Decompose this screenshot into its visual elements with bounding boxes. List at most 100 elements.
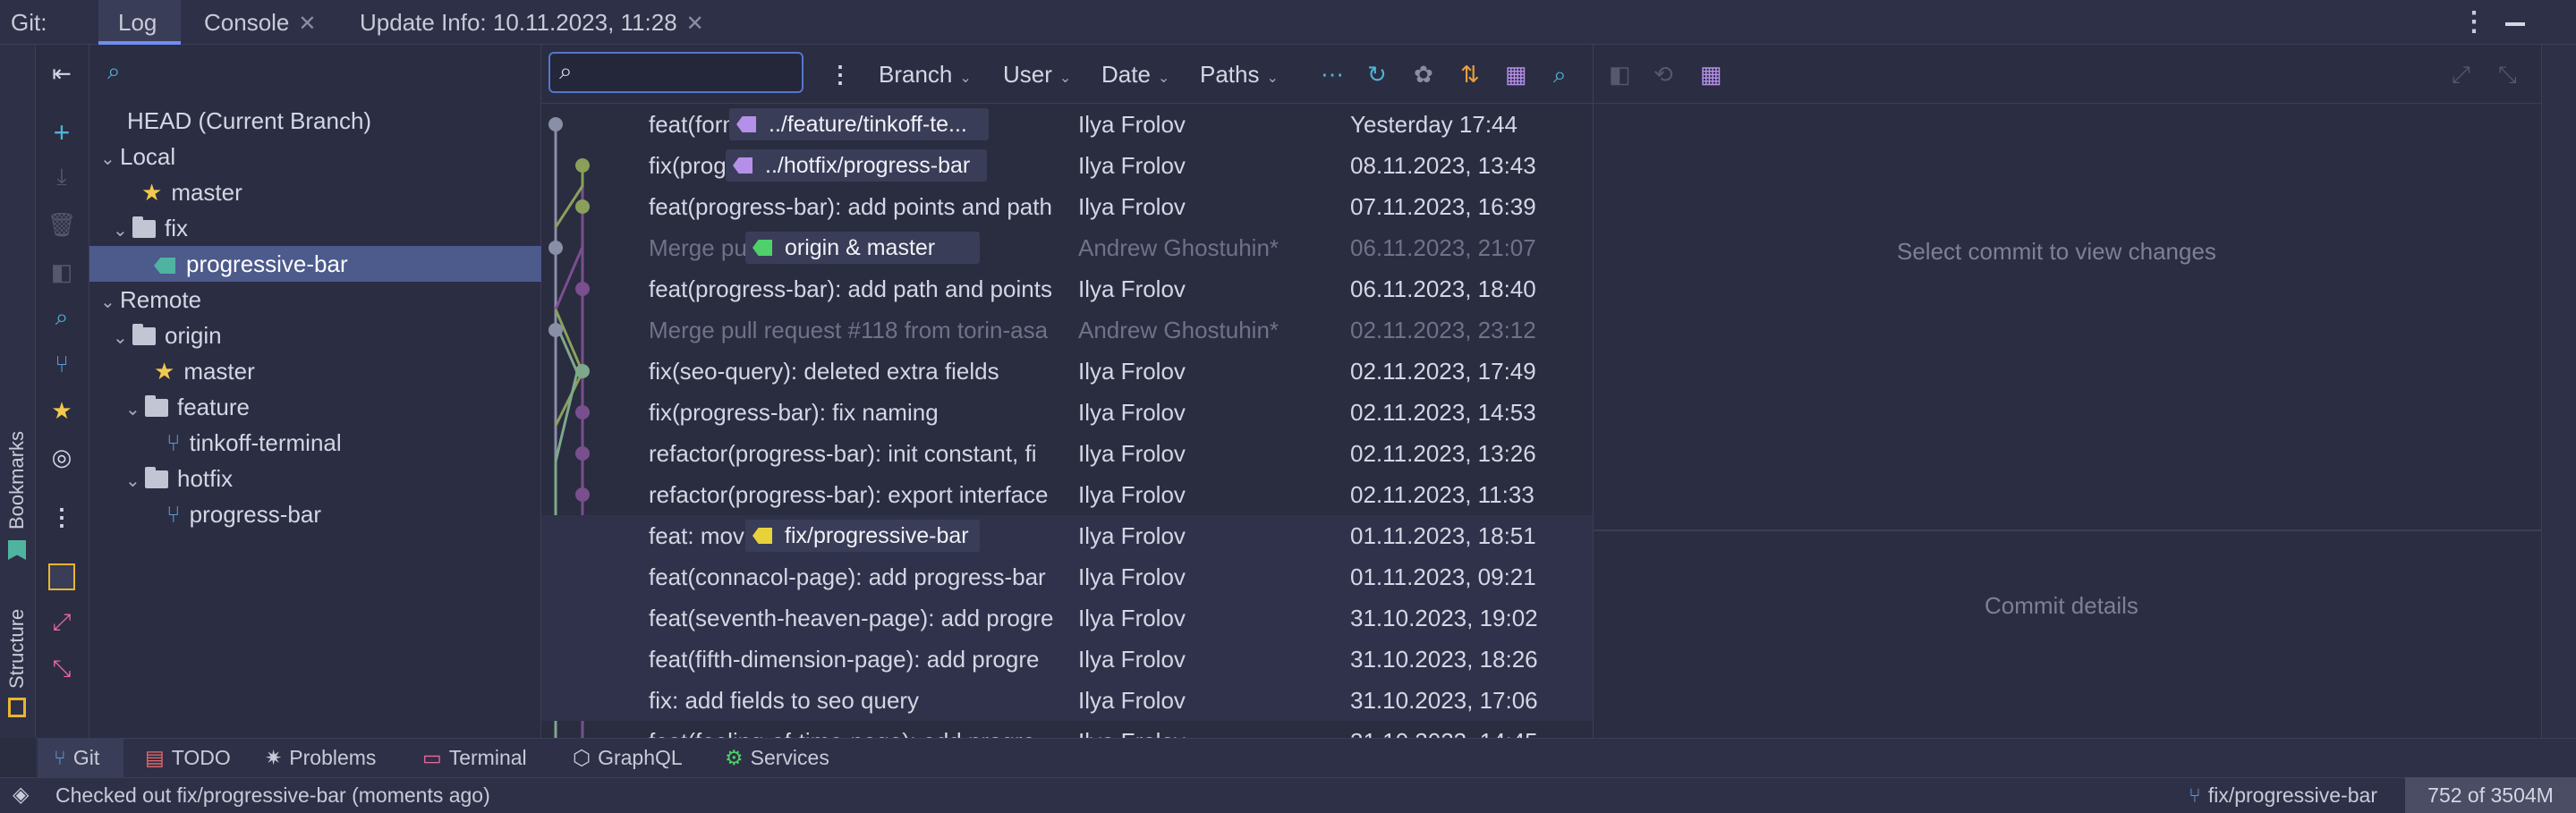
details-toolbar (1593, 45, 2541, 104)
memory-indicator[interactable]: 752 of 3504M (2405, 777, 2576, 813)
tab-todo[interactable]: ▤ TODO (145, 738, 231, 777)
more-actions-icon[interactable]: ⋮ (48, 504, 75, 530)
chevron-down-icon[interactable]: ⌄ (125, 463, 145, 499)
commit-message: fix: add fields to seo query (649, 687, 920, 714)
tree-feature[interactable]: ⌄ feature (125, 389, 250, 425)
sort-icon[interactable]: ⇅ (1460, 45, 1480, 104)
commit-row[interactable]: feat(progress-bar): add path and points I… (541, 268, 1593, 309)
tree-tinkoff-terminal[interactable]: ⑂ tinkoff-terminal (166, 425, 342, 461)
chevron-down-icon[interactable]: ⌄ (125, 392, 145, 428)
tree-progressive-bar[interactable]: progressive-bar (154, 246, 348, 282)
tree-local-master[interactable]: ★ master (141, 174, 242, 210)
tree-head[interactable]: HEAD (Current Branch) (127, 103, 371, 139)
group-by-icon[interactable] (48, 563, 75, 590)
minimize-icon[interactable] (2505, 0, 2525, 45)
commit-author: Ilya Frolov (1078, 358, 1186, 385)
commit-details-message: Commit details (1985, 592, 2138, 619)
layout-icon[interactable]: ▦ (1505, 45, 1527, 104)
commit-row[interactable]: feat: move progr fix/progressive-bar Ilya … (541, 515, 1593, 556)
details-divider[interactable] (1593, 529, 2541, 531)
git-tool-window: Git: Log Console ✕ Update Info: 10.11.202… (0, 0, 2576, 813)
paths-filter[interactable]: Paths ⌄ (1200, 45, 1279, 104)
collapse-panel-icon[interactable]: ⇤ (48, 60, 75, 87)
bookmarks-label[interactable]: Bookmarks (5, 431, 29, 529)
tree-remote[interactable]: ⌄ Remote (100, 282, 201, 318)
refresh-icon[interactable]: ↻ (1367, 45, 1387, 104)
more-filters-icon[interactable]: ⋯ (1321, 45, 1344, 104)
status-message[interactable]: Checked out fix/progressive-bar (moments… (55, 777, 490, 813)
select-commit-message: Select commit to view changes (1897, 238, 2216, 265)
commit-row[interactable]: feat(fifth-dimension-page): add progre Il… (541, 639, 1593, 680)
tab-services[interactable]: ⚙ Services (725, 738, 829, 777)
layers-icon[interactable]: ◈ (13, 777, 29, 813)
tab-console[interactable]: Console ✕ (204, 0, 317, 45)
gear-icon: ⚙ (725, 746, 744, 769)
commit-row[interactable]: feat(connacol-page): add progress-bar Ily… (541, 556, 1593, 597)
commit-ref-tag: ../feature/tinkoff-te... (729, 108, 989, 140)
tab-terminal[interactable]: ▭ Terminal (422, 738, 527, 777)
branch-filter-label: Branch (879, 61, 953, 88)
commit-row[interactable]: feat(progress-bar): add points and path I… (541, 186, 1593, 227)
search-icon[interactable]: ⌕ (48, 303, 75, 331)
tab-problems[interactable]: ✷ Problems (265, 738, 376, 777)
commit-row[interactable]: refactor(progress-bar): export interface… (541, 474, 1593, 515)
status-branch[interactable]: ⑂ fix/progressive-bar (2189, 777, 2377, 813)
tab-log[interactable]: Log (118, 0, 157, 45)
chevron-down-icon[interactable]: ⌄ (113, 320, 132, 356)
add-icon[interactable]: + (48, 116, 75, 148)
commit-ref-tag: origin & master (745, 232, 980, 264)
tree-feature-label: feature (177, 394, 250, 420)
search-options-icon[interactable]: ⋮ (829, 45, 852, 104)
chevron-down-icon[interactable]: ⌄ (100, 284, 120, 320)
structure-label[interactable]: Structure (5, 609, 29, 689)
commit-date: 06.11.2023, 21:07 (1350, 234, 1536, 261)
update-icon: ⤓ (56, 163, 67, 190)
layout-icon[interactable]: ▦ (1700, 61, 1722, 88)
chevron-down-icon[interactable]: ⌄ (113, 213, 132, 249)
tree-tinkoff-terminal-label: tinkoff-terminal (189, 429, 342, 456)
tab-update-info[interactable]: Update Info: 10.11.2023, 11:28 ✕ (360, 0, 704, 45)
tree-progress-bar-label: progress-bar (189, 501, 322, 528)
commit-row[interactable]: fix: add fields to seo query Ilya Frolov 3… (541, 680, 1593, 721)
tree-origin[interactable]: ⌄ origin (113, 318, 222, 353)
commit-date: 31.10.2023, 17:06 (1350, 687, 1538, 714)
status-branch-label: fix/progressive-bar (2207, 783, 2377, 807)
commit-row[interactable]: feat(feeling-of-time-page): add progreIl… (541, 721, 1593, 738)
tab-git[interactable]: ⑂ Git (54, 738, 99, 777)
commit-author: Ilya Frolov (1078, 275, 1186, 302)
tree-fix[interactable]: ⌄ fix (113, 210, 188, 246)
date-filter[interactable]: Date ⌄ (1101, 45, 1169, 104)
star-icon[interactable]: ★ (48, 397, 75, 424)
search-icon[interactable]: ⌕ (107, 57, 121, 86)
close-icon[interactable]: ✕ (298, 12, 316, 36)
branch-icon[interactable]: ⑂ (48, 351, 75, 377)
cherry-pick-icon[interactable]: ✿ (1414, 45, 1433, 104)
commit-row[interactable]: fix(progress-bar): fix naming Ilya Frolov… (541, 392, 1593, 433)
commit-row[interactable]: fix(progress-ba../hotfix/progress-barIly… (541, 145, 1593, 186)
commit-row[interactable]: fix(seo-query): deleted extra fields Ilya… (541, 351, 1593, 392)
commit-row[interactable]: Merge pull request #118 from torin-asa An… (541, 309, 1593, 351)
more-options-icon[interactable]: ⋮ (2461, 0, 2487, 45)
branch-filter[interactable]: Branch ⌄ (879, 45, 972, 104)
structure-icon[interactable] (8, 698, 26, 717)
chevron-down-icon: ⌄ (1058, 71, 1072, 86)
target-icon[interactable]: ◎ (48, 444, 75, 470)
tree-progress-bar[interactable]: ⑂ progress-bar (166, 496, 321, 532)
tree-local[interactable]: ⌄ Local (100, 139, 175, 174)
collapse-all-icon[interactable]: ⤡ (48, 655, 75, 682)
paths-filter-label: Paths (1200, 61, 1260, 88)
commit-row[interactable]: feat(form): add ../feature/tinkoff-te... I… (541, 104, 1593, 145)
commit-ref-tag: fix/progressive-bar (745, 520, 980, 552)
expand-all-icon[interactable]: ⤢ (48, 608, 75, 636)
tab-graphql[interactable]: ⬡ GraphQL (573, 738, 683, 777)
tree-hotfix[interactable]: ⌄ hotfix (125, 461, 233, 496)
chevron-down-icon[interactable]: ⌄ (100, 141, 120, 177)
close-icon[interactable]: ✕ (686, 12, 704, 36)
search-icon[interactable]: ⌕ (1553, 45, 1567, 104)
commit-row[interactable]: Merge pull request #origin & masterAndre… (541, 227, 1593, 268)
commit-row[interactable]: refactor(progress-bar): init constant, f… (541, 433, 1593, 474)
user-filter[interactable]: User ⌄ (1003, 45, 1071, 104)
tree-origin-master[interactable]: ★ master (154, 353, 255, 389)
log-search-input[interactable]: ⌕ (548, 52, 803, 93)
commit-row[interactable]: feat(seventh-heaven-page): add progre Ily… (541, 597, 1593, 639)
